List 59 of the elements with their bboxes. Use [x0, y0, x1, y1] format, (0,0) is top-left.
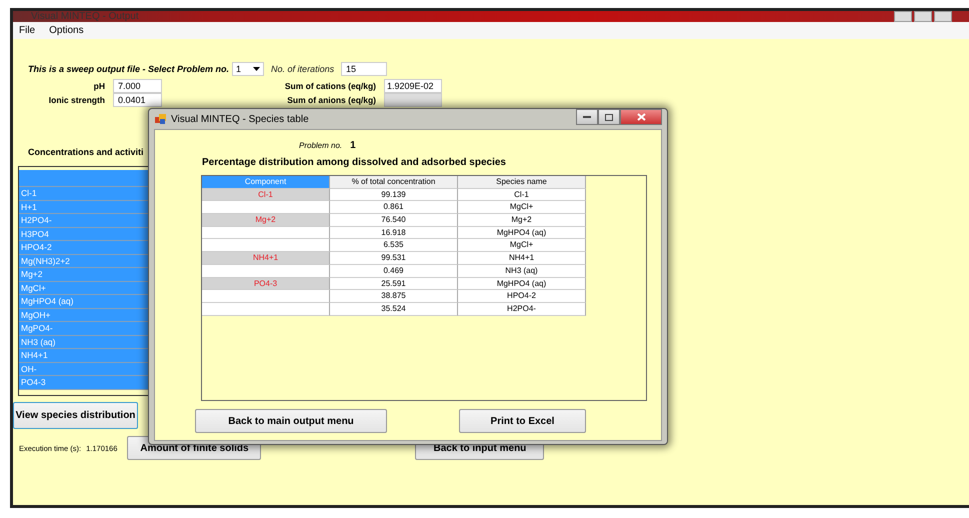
table-cell: 6.535	[330, 239, 458, 252]
section-title: Concentrations and activiti	[28, 147, 144, 157]
dropdown-arrow-icon	[253, 66, 260, 70]
table-cell: Cl-1	[202, 188, 330, 202]
view-species-button[interactable]: View species distribution	[13, 402, 138, 429]
table-cell: MgHPO4 (aq)	[458, 278, 586, 290]
problem-label: Problem no.	[299, 141, 342, 150]
iterations-field[interactable]: 15	[341, 62, 388, 76]
table-cell: NH4+1	[458, 252, 586, 265]
table-cell: HPO4-2	[458, 290, 586, 303]
column-header[interactable]: Component	[202, 176, 330, 189]
table-cell: H2PO4-	[458, 302, 586, 316]
ionic-strength-field[interactable]: 0.0401	[113, 93, 162, 107]
dialog-button[interactable]: Back to main output menu	[195, 409, 387, 433]
cations-label: Sum of cations (eq/kg)	[284, 80, 376, 92]
table-cell: 38.875	[330, 290, 458, 303]
anions-field[interactable]	[384, 93, 442, 107]
table-cell: 99.139	[330, 188, 458, 202]
table-cell: Cl-1	[458, 188, 586, 202]
table-cell: 0.861	[330, 201, 458, 214]
column-header[interactable]: Species name	[458, 176, 586, 189]
table-cell: Mg+2	[202, 214, 330, 227]
menu-item[interactable]: File	[19, 25, 36, 36]
dialog-title: Visual MINTEQ - Species table	[171, 114, 309, 124]
window-title: Visual MINTEQ - Output	[31, 11, 139, 22]
ph-field[interactable]: 7.000	[113, 79, 162, 93]
iterations-label: No. of iterations	[271, 64, 336, 74]
sweep-label: This is a sweep output file - Select Problem no.	[28, 64, 230, 74]
table-cell: Mg+2	[458, 214, 586, 227]
dialog-button[interactable]: Print to Excel	[459, 409, 586, 433]
app-icon	[155, 114, 166, 124]
table-cell: NH3 (aq)	[458, 264, 586, 278]
table-heading: Percentage distribution among dissolved and adsorbed species	[201, 156, 507, 168]
cations-field[interactable]: 1.9209E-02	[384, 79, 442, 93]
close-button[interactable]	[620, 109, 662, 125]
minimize-icon	[583, 116, 591, 118]
table-cell: NH4+1	[202, 252, 330, 265]
table-cell: 99.531	[330, 252, 458, 265]
minimize-button[interactable]	[576, 109, 598, 125]
table-cell: 25.591	[330, 278, 458, 290]
table-cell: MgCl+	[458, 201, 586, 214]
close-icon	[636, 113, 646, 121]
table-cell: 76.540	[330, 214, 458, 227]
problem-dropdown[interactable]: 1	[232, 62, 264, 76]
ph-label: pH	[92, 80, 105, 92]
table-cell: MgCl+	[458, 239, 586, 252]
table-cell: 0.469	[330, 264, 458, 278]
problem-value: 1	[350, 140, 356, 151]
maximize-button[interactable]	[598, 109, 620, 125]
table-cell: MgHPO4 (aq)	[458, 226, 586, 240]
table-cell: 16.918	[330, 226, 458, 240]
maximize-icon	[605, 114, 613, 120]
window-controls-icon[interactable]	[894, 11, 952, 22]
table-cell: 35.524	[330, 302, 458, 316]
column-header[interactable]: % of total concentration	[330, 176, 458, 189]
table-cell: PO4-3	[202, 278, 330, 290]
menu-item[interactable]: Options	[49, 25, 84, 36]
anions-label: Sum of anions (eq/kg)	[286, 94, 376, 106]
ionic-strength-label: Ionic strength	[48, 94, 105, 106]
